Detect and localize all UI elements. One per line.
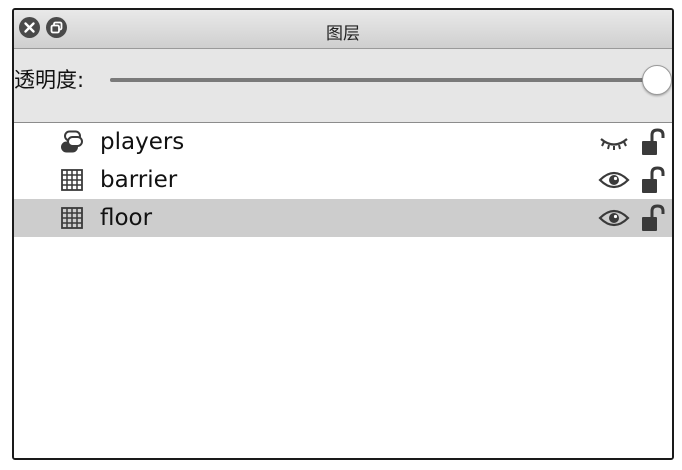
layers-panel: 图层 透明度: players barrier floor [12,8,674,460]
tile-layer-icon [61,169,83,191]
title-bar: 图层 [14,10,672,49]
panel-title: 图层 [326,24,360,44]
layer-list: players barrier floor [14,123,672,458]
layer-row[interactable]: players [14,123,672,161]
opacity-label: 透明度: [14,68,85,92]
hidden-eye-icon[interactable] [598,130,630,154]
layer-row[interactable]: barrier [14,161,672,199]
eye-icon[interactable] [598,206,630,230]
unlock-icon[interactable] [640,165,668,195]
layer-name: floor [100,205,153,231]
unlock-icon[interactable] [640,203,668,233]
layer-name: players [100,129,185,155]
eye-icon[interactable] [598,168,630,192]
slider-thumb[interactable] [642,65,672,95]
tile-layer-icon [61,207,83,229]
unlock-icon[interactable] [640,127,668,157]
object-layer-icon [61,130,83,153]
layer-name: barrier [100,167,178,193]
slider-fill [110,78,656,82]
opacity-slider[interactable] [110,64,672,96]
opacity-row: 透明度: [14,49,672,123]
layer-row[interactable]: floor [14,199,672,237]
